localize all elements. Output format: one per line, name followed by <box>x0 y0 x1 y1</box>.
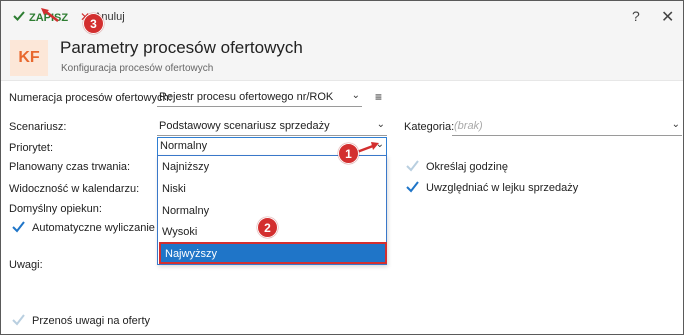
dialog-window: ZAPISZ ✕ Anuluj ? ✕ KF Parametry procesó… <box>0 0 684 335</box>
annotation-badge-1: 1 <box>338 143 359 164</box>
annotation-arrows <box>41 8 379 154</box>
annotation-badge-2: 2 <box>257 217 278 238</box>
annotation-badge-3: 3 <box>83 13 104 34</box>
